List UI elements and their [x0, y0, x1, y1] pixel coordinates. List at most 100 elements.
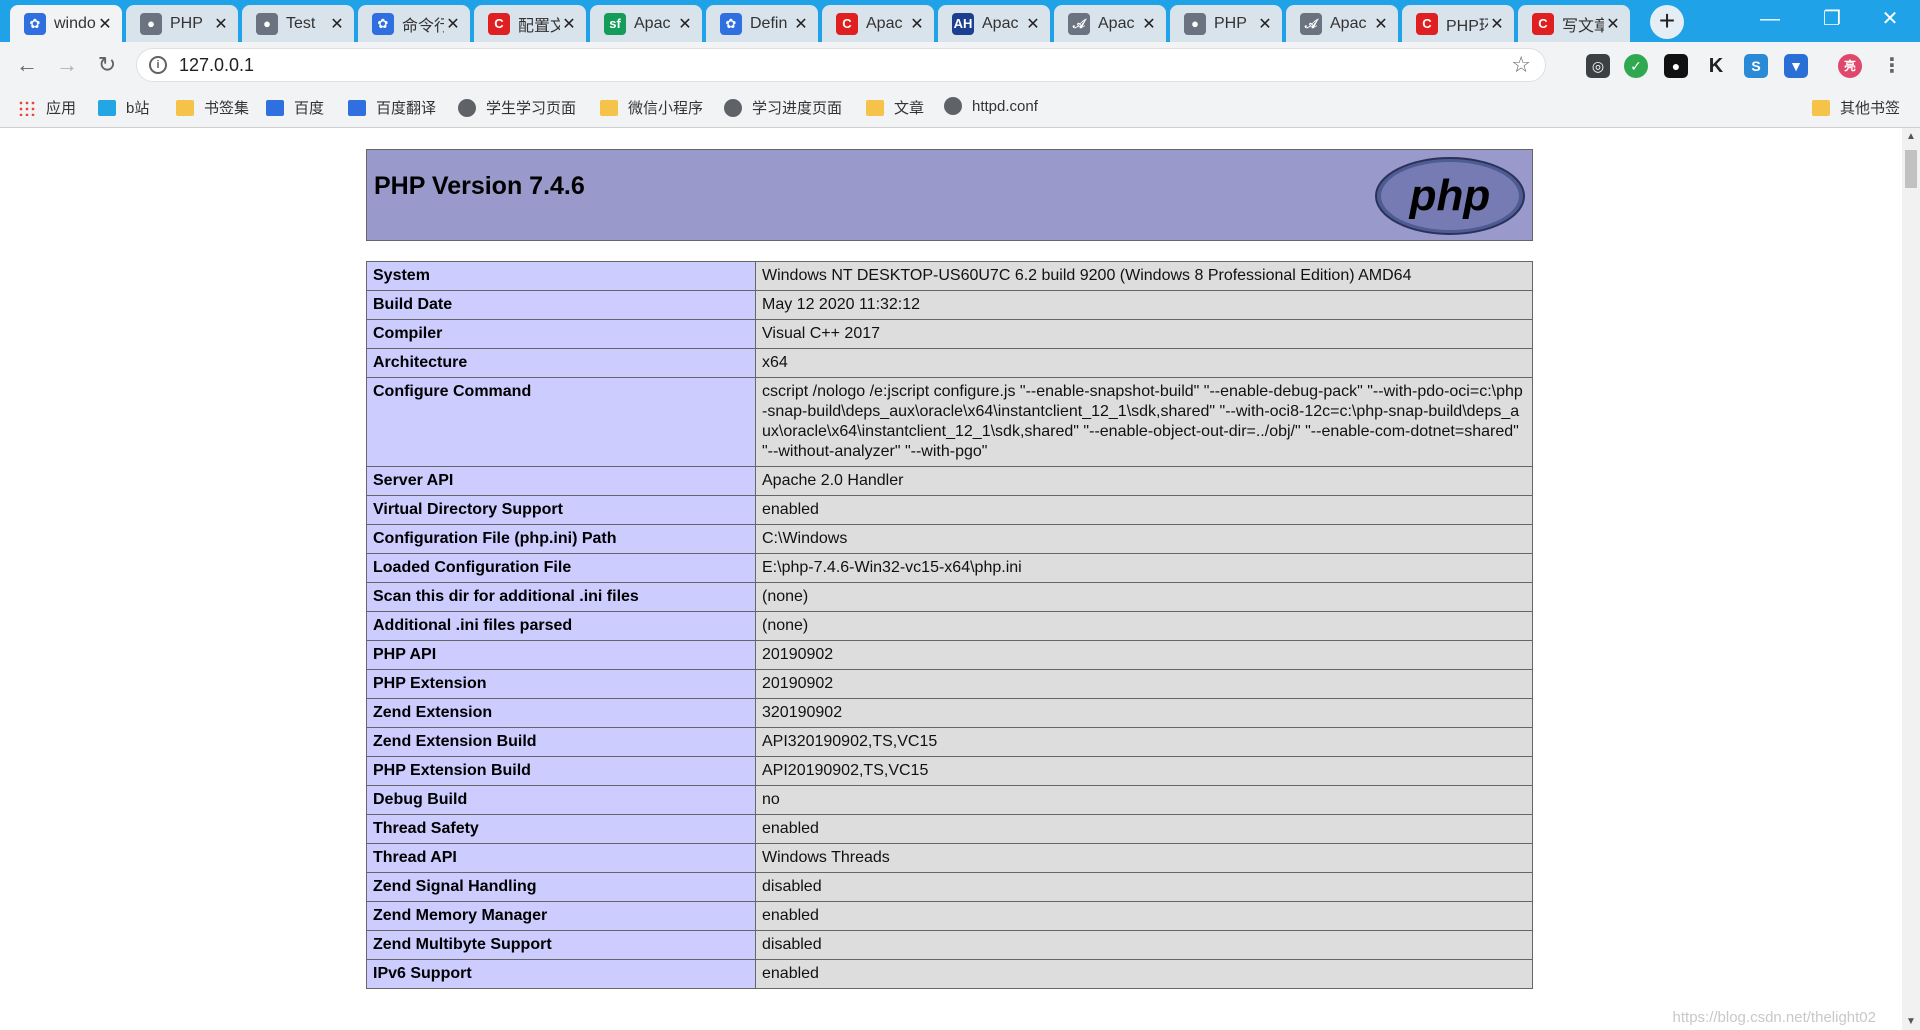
extension-s-icon[interactable]: S [1744, 54, 1768, 78]
close-tab-icon[interactable]: ✕ [1140, 14, 1158, 34]
tab-title: Apac [982, 14, 1019, 32]
browser-tab[interactable]: sf Apac ✕ [590, 5, 702, 42]
row-label: Configuration File (php.ini) Path [366, 524, 756, 554]
php-logo-text: php [1409, 171, 1491, 220]
bookmark-label: 百度翻译 [376, 100, 437, 117]
forward-button[interactable]: → [52, 50, 82, 80]
address-bar[interactable]: i 127.0.0.1 ☆ [136, 48, 1546, 82]
bookmark-item[interactable]: 百度翻译 [348, 97, 436, 118]
back-button[interactable]: ← [12, 50, 42, 80]
close-tab-icon[interactable]: ✕ [444, 14, 462, 34]
extension-screenshot-icon[interactable]: ◎ [1586, 54, 1610, 78]
table-row: Compiler Visual C++ 2017 [366, 319, 1533, 349]
row-value: API320190902,TS,VC15 [755, 727, 1533, 757]
bookmark-item[interactable]: 学习进度页面 [724, 97, 842, 118]
browser-tab[interactable]: 𝒜 Apac ✕ [1286, 5, 1398, 42]
close-tab-icon[interactable]: ✕ [212, 14, 230, 34]
tab-title: windo [54, 14, 96, 32]
close-tab-icon[interactable]: ✕ [1604, 14, 1622, 34]
vertical-scrollbar[interactable]: ▲ ▼ [1902, 128, 1920, 1030]
table-row: System Windows NT DESKTOP-US60U7C 6.2 bui… [366, 261, 1533, 291]
apps-icon [18, 99, 36, 116]
close-tab-icon[interactable]: ✕ [1024, 14, 1042, 34]
table-row: PHP Extension Build API20190902,TS,VC15 [366, 756, 1533, 786]
close-tab-icon[interactable]: ✕ [96, 14, 114, 34]
row-label: Zend Signal Handling [366, 872, 756, 902]
new-tab-button[interactable]: + [1650, 5, 1684, 39]
ah-icon: AH [952, 12, 974, 35]
row-value: API20190902,TS,VC15 [755, 756, 1533, 786]
close-tab-icon[interactable]: ✕ [1488, 14, 1506, 34]
extension-vpn-icon[interactable]: ▼ [1784, 54, 1808, 78]
close-tab-icon[interactable]: ✕ [792, 14, 810, 34]
bookmark-item[interactable]: 书签集 [176, 97, 249, 118]
bookmark-item[interactable]: 文章 [866, 97, 924, 118]
close-tab-icon[interactable]: ✕ [560, 14, 578, 34]
scroll-up-arrow-icon[interactable]: ▲ [1906, 131, 1916, 142]
php-logo[interactable]: php [1374, 156, 1526, 236]
reload-button[interactable]: ↻ [92, 50, 122, 80]
bookmark-item[interactable]: 学生学习页面 [458, 97, 576, 118]
address-url[interactable]: 127.0.0.1 [179, 55, 254, 76]
browser-tab[interactable]: ● Test ✕ [242, 5, 354, 42]
table-row: PHP API 20190902 [366, 640, 1533, 670]
row-value: enabled [755, 959, 1533, 989]
table-row: Zend Extension Build API320190902,TS,VC15 [366, 727, 1533, 757]
site-info-icon[interactable]: i [149, 56, 167, 74]
paw-icon: ✿ [24, 12, 46, 35]
table-row: Configure Command cscript /nologo /e:jscr… [366, 377, 1533, 467]
tab-title: Apac [1098, 14, 1135, 32]
table-row: Thread API Windows Threads [366, 843, 1533, 873]
browser-tab[interactable]: ✿ Defin ✕ [706, 5, 818, 42]
scroll-down-arrow-icon[interactable]: ▼ [1906, 1016, 1916, 1027]
close-tab-icon[interactable]: ✕ [908, 14, 926, 34]
close-tab-icon[interactable]: ✕ [1372, 14, 1390, 34]
minimize-button[interactable]: — [1740, 0, 1800, 38]
browser-tab[interactable]: ✿ windo ✕ [10, 5, 122, 42]
browser-tab[interactable]: C PHP环 ✕ [1402, 5, 1514, 42]
browser-tab[interactable]: ● PHP ✕ [126, 5, 238, 42]
table-row: Zend Extension 320190902 [366, 698, 1533, 728]
other-bookmarks[interactable]: 其他书签 [1812, 97, 1900, 118]
bookmark-item[interactable]: 应用 [18, 97, 76, 118]
browser-tab[interactable]: C 配置文 ✕ [474, 5, 586, 42]
globe-icon: ● [256, 12, 278, 35]
profile-avatar[interactable]: 亮 [1838, 54, 1862, 78]
browser-tab[interactable]: 𝒜 Apac ✕ [1054, 5, 1166, 42]
bookmark-item[interactable]: 百度 [266, 97, 324, 118]
bilibili-icon [98, 99, 116, 116]
bookmark-item[interactable]: b站 [98, 97, 149, 118]
browser-tab[interactable]: ● PHP ✕ [1170, 5, 1282, 42]
bookmark-item[interactable]: httpd.conf [944, 97, 1038, 115]
folder-icon [1812, 99, 1830, 116]
close-window-button[interactable]: ✕ [1860, 0, 1920, 38]
scrollbar-thumb[interactable] [1905, 150, 1917, 188]
row-label: Thread Safety [366, 814, 756, 844]
row-label: PHP API [366, 640, 756, 670]
globe-icon: ● [1184, 12, 1206, 35]
extension-tampermonkey-icon[interactable]: ● [1664, 54, 1688, 78]
menu-dots-icon[interactable]: ⋮ [1880, 54, 1904, 78]
browser-tab[interactable]: C 写文章 ✕ [1518, 5, 1630, 42]
tab-title: Defin [750, 14, 788, 32]
row-value: 320190902 [755, 698, 1533, 728]
close-tab-icon[interactable]: ✕ [676, 14, 694, 34]
browser-tab[interactable]: ✿ 命令行 ✕ [358, 5, 470, 42]
bookmark-label: b站 [126, 100, 150, 117]
browser-tab[interactable]: AH Apac ✕ [938, 5, 1050, 42]
table-row: Additional .ini files parsed (none) [366, 611, 1533, 641]
close-tab-icon[interactable]: ✕ [1256, 14, 1274, 34]
bookmark-item[interactable]: 微信小程序 [600, 97, 703, 118]
close-tab-icon[interactable]: ✕ [328, 14, 346, 34]
extension-shield-icon[interactable]: ✓ [1624, 54, 1648, 78]
page-title: PHP Version 7.4.6 [374, 172, 585, 200]
extension-k-icon[interactable]: K [1704, 54, 1728, 78]
bookmark-star-icon[interactable]: ☆ [1511, 52, 1531, 78]
maximize-button[interactable]: ❐ [1802, 0, 1862, 38]
row-label: Thread API [366, 843, 756, 873]
browser-tab[interactable]: C Apac ✕ [822, 5, 934, 42]
row-label: Compiler [366, 319, 756, 349]
row-label: Build Date [366, 290, 756, 320]
table-row: Architecture x64 [366, 348, 1533, 378]
bookmark-label: 学生学习页面 [486, 100, 577, 117]
